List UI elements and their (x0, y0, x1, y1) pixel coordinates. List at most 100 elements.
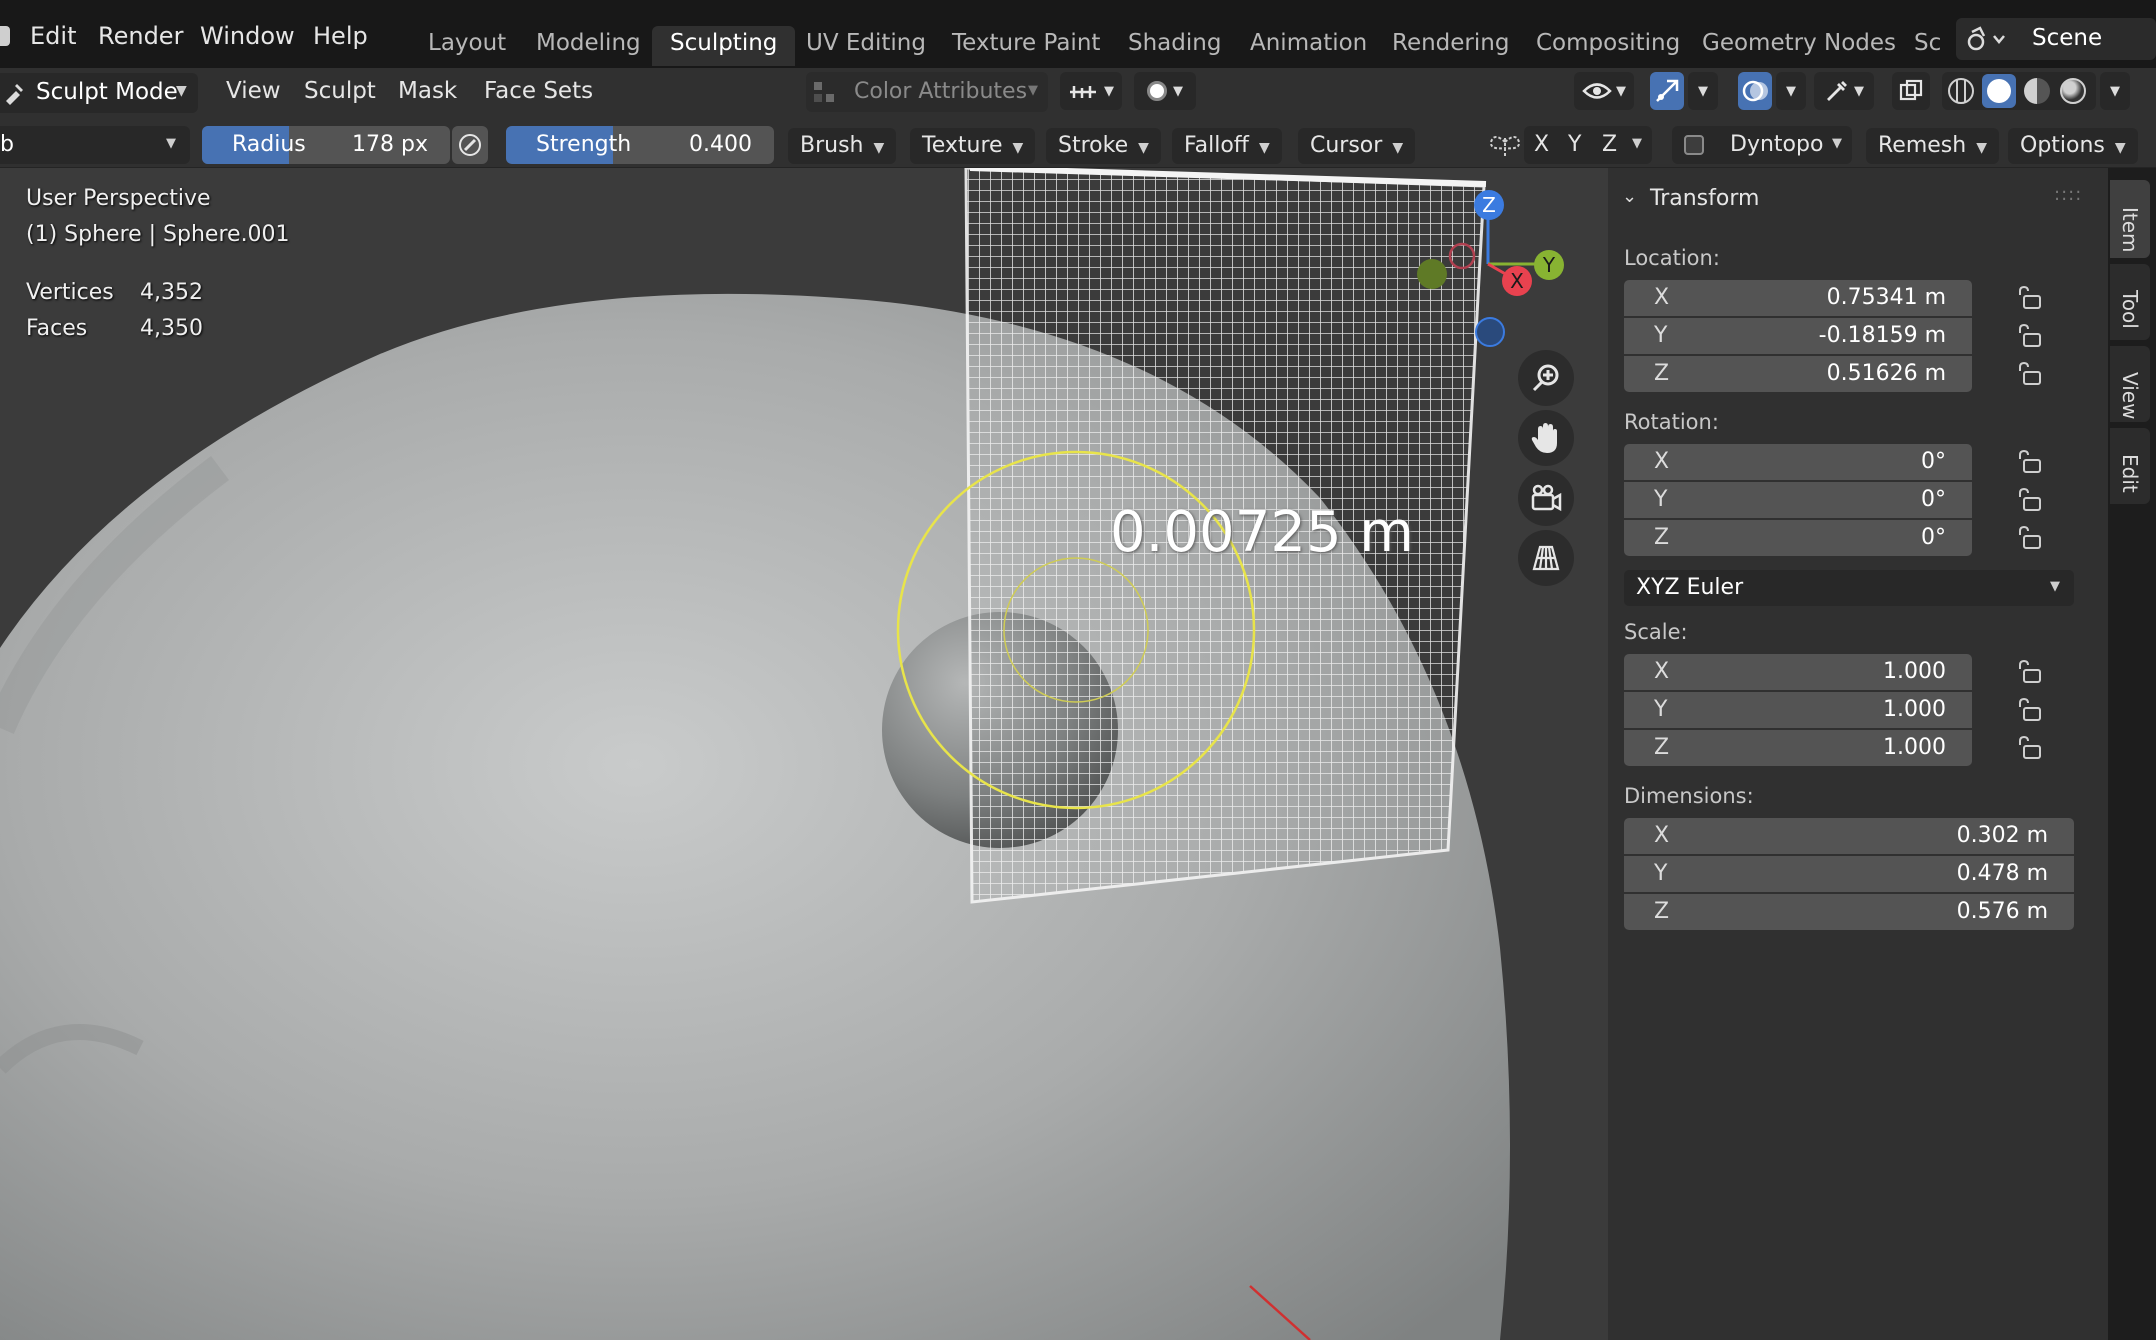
dimensions-y-field[interactable]: Y 0.478 m (1624, 856, 2074, 892)
menu-window[interactable]: Window (200, 22, 295, 50)
dyntopo-label: Dyntopo (1730, 132, 1824, 157)
lock-icon[interactable] (2016, 487, 2042, 513)
radius-slider[interactable]: Radius 178 px (202, 126, 450, 164)
tab-view-label: View (2118, 372, 2142, 420)
zoom-button[interactable] (1518, 350, 1574, 406)
tab-view[interactable]: View (2110, 346, 2150, 422)
menu-sculpt[interactable]: Sculpt (304, 78, 376, 104)
menu-mask[interactable]: Mask (398, 78, 457, 104)
chevron-down-icon: ▼ (1258, 140, 1270, 156)
strength-label: Strength (536, 132, 632, 157)
brush-selector[interactable]: b ▼ (0, 126, 190, 164)
scale-y-field[interactable]: Y 1.000 (1624, 692, 1972, 728)
tab-scripting[interactable]: Sc (1896, 26, 1959, 66)
menu-view[interactable]: View (226, 78, 281, 104)
wireframe-shading-icon[interactable] (1948, 78, 1974, 104)
tab-uv-editing[interactable]: UV Editing (788, 26, 944, 66)
axis-label: X (1654, 659, 1670, 684)
cursor-dropdown[interactable]: Cursor ▼ (1298, 128, 1416, 164)
symmetry-y-toggle[interactable]: Y (1568, 132, 1581, 157)
field-value: 0° (1921, 525, 1946, 550)
location-x-field[interactable]: X 0.75341 m (1624, 280, 1972, 316)
tab-shading[interactable]: Shading (1110, 26, 1239, 66)
lock-icon[interactable] (2016, 323, 2042, 349)
menu-help[interactable]: Help (313, 22, 368, 50)
rotation-x-field[interactable]: X 0° (1624, 444, 1972, 480)
dyntopo-panel[interactable]: Dyntopo ▼ (1672, 126, 1852, 164)
pressure-toggle[interactable] (452, 126, 488, 164)
mask-display-dropdown[interactable]: ▼ (1060, 72, 1122, 110)
xray-toggle[interactable] (1892, 72, 1930, 110)
gizmo-z-label[interactable]: Z (1474, 190, 1504, 220)
mode-selector[interactable]: Sculpt Mode ▼ (0, 73, 198, 113)
gizmo-x-label[interactable]: X (1502, 266, 1532, 296)
options-dropdown[interactable]: Options ▼ (2008, 128, 2138, 164)
visibility-dropdown[interactable]: ▼ (1574, 72, 1634, 110)
menu-edit[interactable]: Edit (30, 22, 76, 50)
overlays-toggle[interactable] (1738, 72, 1772, 110)
tab-geometry-nodes[interactable]: Geometry Nodes (1684, 26, 1914, 66)
viewport-scene[interactable] (0, 168, 1608, 1340)
lock-icon[interactable] (2016, 449, 2042, 475)
rotation-mode-dropdown[interactable]: XYZ Euler ▼ (1624, 570, 2074, 606)
tab-sculpting[interactable]: Sculpting (652, 26, 796, 66)
mesh-edit-overlays[interactable]: ▼ (1814, 72, 1874, 110)
tab-edit[interactable]: Edit (2110, 428, 2150, 504)
material-shading-icon[interactable] (2024, 78, 2050, 104)
shading-dropdown[interactable]: ▼ (2100, 72, 2130, 110)
location-y-field[interactable]: Y -0.18159 m (1624, 318, 1972, 354)
transform-panel-header[interactable]: ⌄ Transform :::: (1608, 182, 2108, 218)
tab-rendering[interactable]: Rendering (1374, 26, 1527, 66)
eye-icon (1582, 83, 1612, 99)
symmetry-x-toggle[interactable]: X (1534, 132, 1549, 157)
falloff-dropdown[interactable]: Falloff ▼ (1172, 128, 1282, 164)
rotation-z-field[interactable]: Z 0° (1624, 520, 1972, 556)
tab-modeling[interactable]: Modeling (518, 26, 659, 66)
drag-handle-icon[interactable]: :::: (2054, 184, 2082, 205)
texture-dropdown[interactable]: Texture ▼ (910, 128, 1036, 164)
tab-item[interactable]: Item (2110, 180, 2150, 258)
dimensions-x-field[interactable]: X 0.302 m (1624, 818, 2074, 854)
menu-render[interactable]: Render (98, 22, 183, 50)
stroke-dropdown[interactable]: Stroke ▼ (1046, 128, 1161, 164)
solid-shading-icon[interactable] (1982, 74, 2016, 108)
tab-layout[interactable]: Layout (410, 26, 524, 66)
perspective-toggle-button[interactable] (1518, 530, 1574, 586)
dimensions-z-field[interactable]: Z 0.576 m (1624, 894, 2074, 930)
tab-animation[interactable]: Animation (1232, 26, 1385, 66)
overlays-dropdown[interactable]: ▼ (1776, 72, 1806, 110)
scene-selector[interactable]: Scene (1956, 18, 2156, 60)
3d-viewport[interactable]: User Perspective (1) Sphere | Sphere.001… (0, 168, 1608, 1340)
lock-icon[interactable] (2016, 659, 2042, 685)
gizmo-toggle[interactable] (1650, 72, 1684, 110)
lock-icon[interactable] (2016, 285, 2042, 311)
field-value: 0.51626 m (1826, 361, 1946, 386)
location-z-field[interactable]: Z 0.51626 m (1624, 356, 1972, 392)
gizmo-dropdown[interactable]: ▼ (1688, 72, 1718, 110)
color-attributes-dropdown[interactable]: Color Attributes ▼ (806, 72, 1048, 112)
strength-slider[interactable]: Strength 0.400 (506, 126, 774, 164)
tab-compositing[interactable]: Compositing (1518, 26, 1698, 66)
scale-x-field[interactable]: X 1.000 (1624, 654, 1972, 690)
face-sets-dropdown[interactable]: ▼ (1134, 72, 1196, 110)
lock-icon[interactable] (2016, 697, 2042, 723)
remesh-dropdown[interactable]: Remesh ▼ (1866, 128, 1999, 164)
lock-icon[interactable] (2016, 735, 2042, 761)
menu-face-sets[interactable]: Face Sets (484, 78, 593, 104)
brush-dropdown[interactable]: Brush ▼ (788, 128, 897, 164)
scale-z-field[interactable]: Z 1.000 (1624, 730, 1972, 766)
blender-logo-icon[interactable] (0, 26, 10, 46)
tab-texture-paint[interactable]: Texture Paint (934, 26, 1118, 66)
camera-view-button[interactable] (1518, 470, 1574, 526)
pan-button[interactable] (1518, 410, 1574, 466)
lock-icon[interactable] (2016, 361, 2042, 387)
symmetry-z-toggle[interactable]: Z (1602, 132, 1617, 157)
axis-label: Z (1654, 899, 1670, 924)
rotation-y-field[interactable]: Y 0° (1624, 482, 1972, 518)
lock-icon[interactable] (2016, 525, 2042, 551)
rendered-shading-icon[interactable] (2060, 78, 2086, 104)
dyntopo-checkbox[interactable] (1684, 135, 1704, 155)
gizmo-y-label[interactable]: Y (1534, 250, 1564, 280)
tab-tool[interactable]: Tool (2110, 264, 2150, 340)
chevron-down-icon[interactable]: ▼ (1632, 136, 1642, 151)
